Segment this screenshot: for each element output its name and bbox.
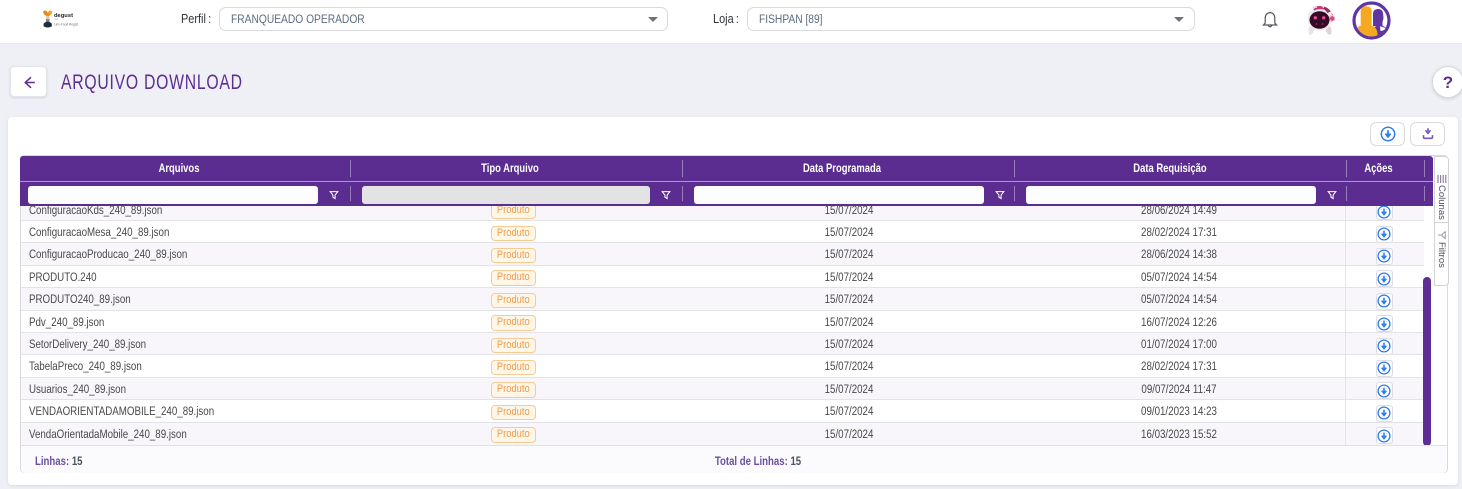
svg-text:one: one [54, 18, 59, 21]
svg-text:Linx·Food Regist: Linx·Food Regist [54, 22, 78, 26]
